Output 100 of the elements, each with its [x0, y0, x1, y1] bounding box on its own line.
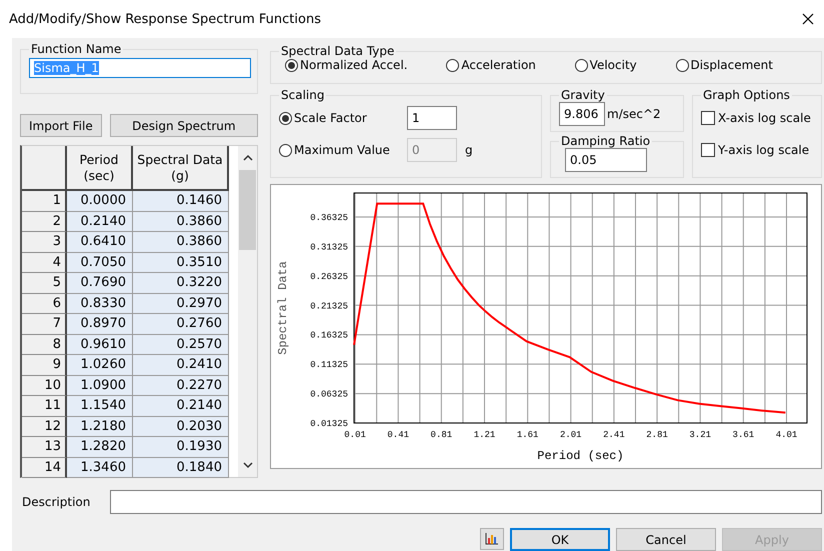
tick-label: 0.06325	[310, 390, 348, 400]
table-cell[interactable]: 0.2570	[133, 334, 229, 355]
checkbox[interactable]	[701, 111, 715, 125]
column-header: Period (sec)	[67, 146, 133, 191]
row-number: 8	[22, 334, 67, 355]
column-header: Spectral Data (g)	[133, 146, 229, 191]
tick-label: 0.11325	[310, 360, 348, 370]
tick-label: 0.16325	[310, 330, 348, 341]
tick-label: 3.21	[689, 430, 712, 440]
table-cell[interactable]: 1.0260	[67, 355, 133, 376]
tick-label: 0.36325	[310, 212, 348, 223]
table-cell[interactable]: 1.2820	[67, 437, 133, 458]
row-number: 3	[22, 232, 67, 252]
checkbox[interactable]	[701, 143, 715, 157]
row-number: 2	[22, 212, 67, 232]
table-cell[interactable]: 0.2030	[133, 416, 229, 437]
table-cell[interactable]: 0.2970	[133, 294, 229, 314]
group-label: Scaling	[280, 88, 326, 102]
tick-label: 1.21	[474, 430, 496, 440]
radio-option[interactable]: Velocity	[574, 58, 637, 72]
field-label: Description	[22, 495, 90, 509]
ok-button[interactable]: OK	[510, 528, 610, 551]
radio-button[interactable]	[574, 58, 588, 72]
group-label: Spectral Data Type	[280, 44, 396, 58]
table-cell[interactable]: 1.1540	[67, 396, 133, 416]
row-number: 4	[22, 252, 67, 273]
axis-title: Period (sec)	[537, 449, 624, 463]
row-number: 7	[22, 314, 67, 334]
row-number: 13	[22, 437, 67, 458]
tick-label: 0.31325	[310, 242, 348, 252]
unit-label: m/sec^2	[607, 107, 661, 121]
table-cell[interactable]: 0.2760	[133, 314, 229, 334]
row-number: 9	[22, 355, 67, 376]
row-number: 11	[22, 396, 67, 416]
tick-label: 2.41	[603, 430, 625, 440]
scrollbar[interactable]	[238, 146, 257, 477]
tick-label: 0.81	[430, 430, 452, 440]
table-cell[interactable]: 0.0000	[67, 191, 133, 212]
table-cell[interactable]: 0.6410	[67, 232, 133, 252]
tick-label: 2.81	[646, 430, 668, 440]
tick-label: 0.21325	[310, 301, 348, 312]
gravity-field[interactable]: 9.806	[559, 102, 605, 126]
group-label: Gravity	[560, 88, 606, 102]
table-cell[interactable]: 0.7050	[67, 252, 133, 273]
tick-label: 2.01	[560, 430, 582, 440]
radio-button[interactable]	[279, 112, 292, 124]
row-number: 10	[22, 376, 67, 396]
table-cell[interactable]: 0.3860	[133, 232, 229, 252]
chart-button[interactable]	[480, 528, 504, 550]
tick-label: 0.41	[387, 430, 410, 440]
table-cell[interactable]: 0.8330	[67, 294, 133, 314]
table-cell[interactable]: 1.0900	[67, 376, 133, 396]
radio-button[interactable]	[446, 58, 460, 72]
scroll-up-icon[interactable]	[242, 154, 252, 162]
radio-option[interactable]: Scale Factor	[279, 111, 407, 125]
row-number: 5	[22, 273, 67, 294]
table-cell[interactable]: 0.8970	[67, 314, 133, 334]
tick-label: 4.01	[776, 430, 798, 440]
close-icon[interactable]	[802, 13, 814, 25]
checkbox-option[interactable]: X-axis log scale	[701, 102, 813, 134]
scroll-thumb[interactable]	[239, 170, 256, 250]
table-cell[interactable]: 0.3220	[133, 273, 229, 294]
import-button[interactable]: Import File	[20, 114, 102, 137]
group-label: Graph Options	[702, 88, 791, 102]
table-cell[interactable]: 0.2270	[133, 376, 229, 396]
table-cell[interactable]: 1.3460	[67, 458, 133, 478]
table-cell[interactable]: 0.2140	[67, 212, 133, 232]
table-cell[interactable]: 0.2410	[133, 355, 229, 376]
table-cell[interactable]: 0.1460	[133, 191, 229, 212]
table-cell[interactable]: 0.7690	[67, 273, 133, 294]
tick-label: 0.01325	[310, 419, 348, 429]
unit-label: g	[465, 143, 473, 157]
radio-option[interactable]: Normalized Accel.	[285, 58, 408, 72]
group-label: Function Name	[30, 42, 122, 56]
description-field[interactable]	[110, 490, 822, 514]
radio-button[interactable]	[285, 58, 298, 72]
header-corner	[22, 146, 67, 191]
table-cell[interactable]: 0.2140	[133, 396, 229, 416]
table-cell[interactable]: 0.1930	[133, 437, 229, 458]
tick-label: 0.01	[344, 430, 366, 440]
tick-label: 0.26325	[310, 272, 348, 282]
axis-title: Spectral Data	[276, 261, 290, 355]
row-number: 12	[22, 416, 67, 437]
table-cell[interactable]: 0.9610	[67, 334, 133, 355]
radio-option[interactable]: Acceleration	[446, 58, 536, 72]
table-cell[interactable]: 0.1840	[133, 458, 229, 478]
window-title: Add/Modify/Show Response Spectrum Functions	[9, 12, 321, 26]
checkbox-option[interactable]: Y-axis log scale	[701, 134, 813, 166]
table-cell[interactable]: 0.3860	[133, 212, 229, 232]
value-field[interactable]: 1	[407, 106, 457, 130]
table-cell[interactable]: 1.2180	[67, 416, 133, 437]
scroll-down-icon[interactable]	[242, 461, 252, 469]
radio-button[interactable]	[676, 58, 688, 72]
cancel-button[interactable]: Cancel	[616, 528, 716, 551]
damping-field[interactable]: 0.05	[565, 148, 647, 172]
radio-option[interactable]: Displacement	[676, 58, 773, 72]
table-cell[interactable]: 0.3510	[133, 252, 229, 273]
bar-chart-icon	[485, 533, 499, 545]
design-spectrum-button[interactable]: Design Spectrum	[110, 114, 258, 137]
tick-label: 3.61	[732, 430, 754, 440]
